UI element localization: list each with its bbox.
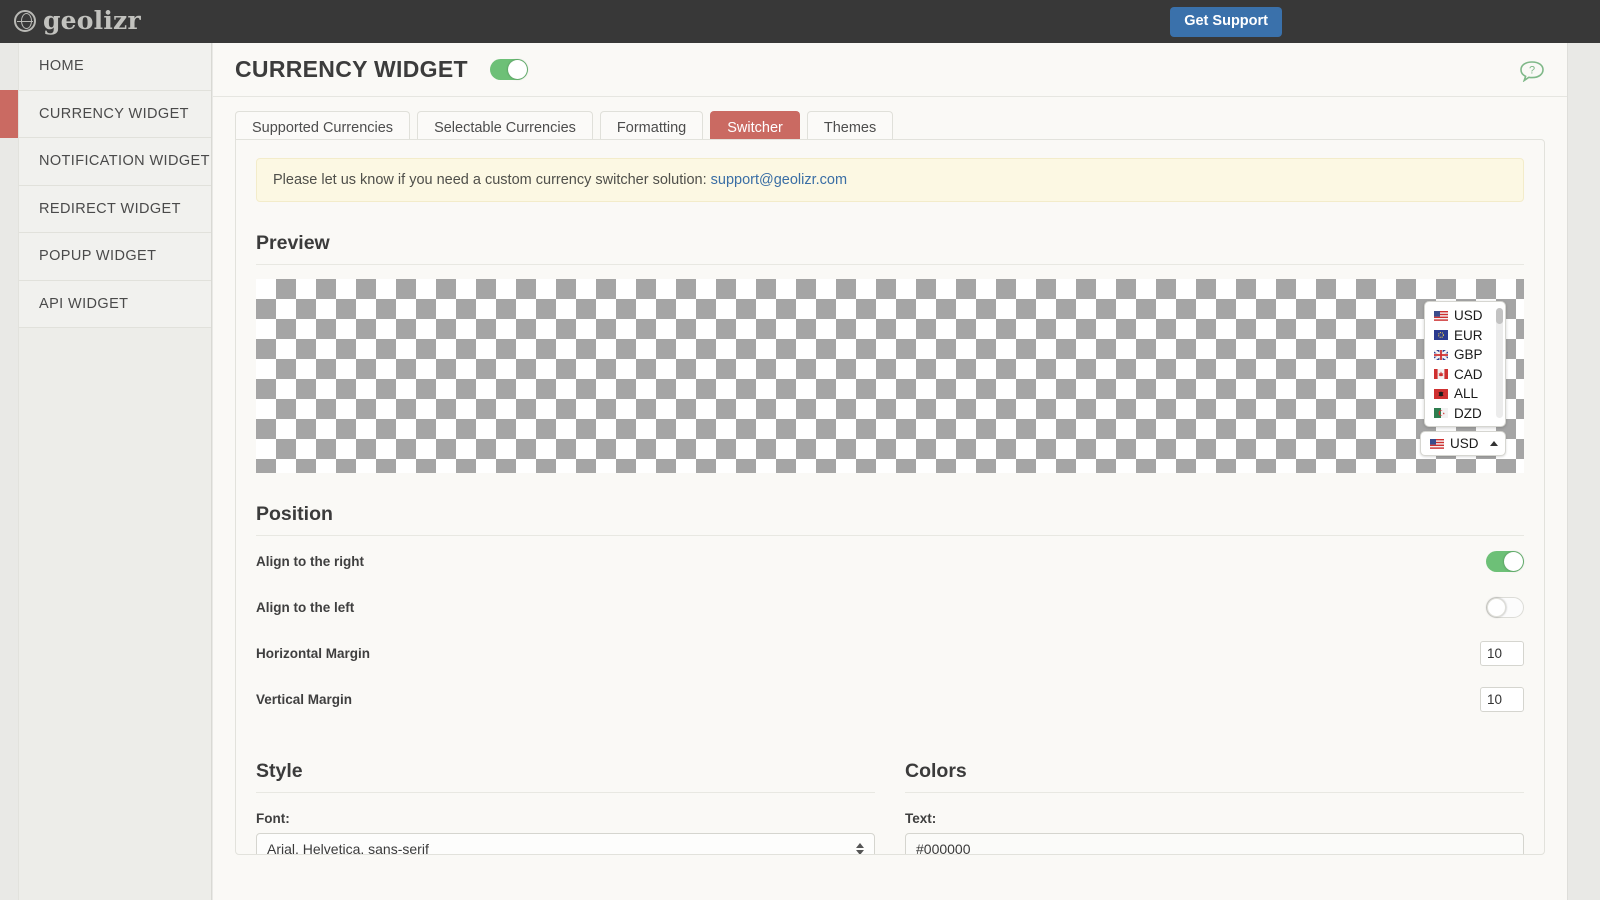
toggle-knob — [507, 60, 527, 79]
font-select[interactable]: Arial, Helvetica, sans-serif — [256, 833, 875, 855]
currency-option-all[interactable]: ALL — [1425, 384, 1505, 404]
get-support-button[interactable]: Get Support — [1170, 7, 1282, 37]
sidebar-item-popup-widget[interactable]: POPUP WIDGET — [19, 233, 211, 281]
question-bubble-icon[interactable]: ? — [1519, 60, 1545, 83]
preview-section-title: Preview — [256, 232, 1524, 265]
style-column: Style Font: Arial, Helvetica, sans-serif… — [256, 730, 875, 855]
dropdown-scrollbar[interactable] — [1496, 308, 1503, 418]
row-label: Align to the left — [256, 599, 355, 615]
currency-option-label: USD — [1454, 308, 1483, 323]
currency-option-label: DZD — [1454, 405, 1482, 421]
toggle-knob — [1504, 551, 1523, 571]
row-align-right: Align to the right — [256, 540, 1524, 582]
colors-column: Colors Text: Background: — [905, 730, 1524, 854]
support-email-link[interactable]: support@geolizr.com — [711, 172, 847, 188]
al-flag-icon — [1434, 388, 1448, 399]
sidebar-item-currency-widget[interactable]: CURRENCY WIDGET — [0, 89, 211, 138]
sidebar: HOME CURRENCY WIDGET NOTIFICATION WIDGET… — [0, 43, 212, 900]
switcher-settings-panel: Please let us know if you need a custom … — [235, 139, 1545, 855]
custom-solution-alert: Please let us know if you need a custom … — [256, 158, 1524, 202]
currency-switcher-selected[interactable]: USD — [1420, 431, 1506, 456]
font-select-value: Arial, Helvetica, sans-serif — [267, 840, 429, 855]
currency-dropdown-list[interactable]: USD EUR GBP CAD ALL DZD — [1424, 301, 1506, 427]
sidebar-item-label: NOTIFICATION WIDGET — [39, 153, 210, 170]
toggle-knob — [1487, 597, 1506, 617]
eu-flag-icon — [1434, 330, 1448, 341]
page-title: CURRENCY WIDGET — [235, 56, 468, 82]
svg-text:?: ? — [1529, 65, 1535, 77]
currency-option-gbp[interactable]: GBP — [1425, 345, 1505, 365]
dropdown-scrollbar-thumb[interactable] — [1496, 308, 1503, 324]
dz-flag-icon — [1434, 408, 1448, 419]
align-left-toggle[interactable] — [1486, 596, 1524, 618]
row-label: Align to the right — [256, 553, 364, 569]
sidebar-item-label: API WIDGET — [39, 295, 129, 312]
horizontal-margin-input[interactable] — [1480, 640, 1524, 666]
currency-option-label: CAD — [1454, 366, 1483, 382]
us-flag-icon — [1430, 438, 1444, 449]
widget-preview-canvas: USD EUR GBP CAD ALL DZD USD — [256, 279, 1524, 473]
style-colors-columns: Style Font: Arial, Helvetica, sans-serif… — [256, 730, 1524, 855]
row-label: Vertical Margin — [256, 691, 353, 707]
row-horizontal-margin: Horizontal Margin — [256, 632, 1524, 674]
currency-option-label: ALL — [1454, 386, 1479, 401]
page-header: CURRENCY WIDGET ? — [213, 43, 1567, 97]
ca-flag-icon — [1434, 369, 1448, 380]
sidebar-item-home[interactable]: HOME — [19, 43, 211, 91]
sidebar-item-label: REDIRECT WIDGET — [39, 200, 181, 217]
style-section-title: Style — [256, 760, 875, 793]
globe-icon — [14, 9, 36, 32]
widget-enable-toggle[interactable] — [489, 59, 528, 80]
row-label: Horizontal Margin — [256, 645, 370, 661]
logo-text: geolizr — [43, 6, 141, 35]
text-color-input[interactable] — [905, 833, 1524, 854]
currency-option-label: GBP — [1454, 347, 1483, 362]
gb-flag-icon — [1434, 349, 1448, 360]
sidebar-item-notification-widget[interactable]: NOTIFICATION WIDGET — [19, 138, 211, 186]
sidebar-item-api-widget[interactable]: API WIDGET — [19, 280, 211, 328]
app-logo[interactable]: geolizr — [14, 6, 141, 35]
sidebar-item-redirect-widget[interactable]: REDIRECT WIDGET — [19, 185, 211, 233]
currency-option-usd[interactable]: USD — [1425, 306, 1505, 326]
text-color-label: Text: — [905, 811, 937, 826]
selected-currency-label: USD — [1450, 436, 1479, 451]
tab-bar: Supported Currencies Selectable Currenci… — [213, 97, 1567, 147]
sidebar-item-label: HOME — [39, 58, 85, 75]
colors-section-title: Colors — [905, 760, 1524, 793]
row-vertical-margin: Vertical Margin — [256, 678, 1524, 720]
sidebar-empty-area — [19, 328, 211, 900]
sidebar-item-label: POPUP WIDGET — [39, 248, 157, 265]
currency-option-dzd[interactable]: DZD — [1425, 404, 1505, 424]
font-label: Font: — [256, 811, 290, 826]
position-section-title: Position — [256, 503, 1524, 536]
align-right-toggle[interactable] — [1486, 550, 1524, 572]
currency-option-label: EUR — [1454, 327, 1483, 343]
top-bar: geolizr Get Support — [0, 0, 1600, 43]
main-content: CURRENCY WIDGET ? Supported Currencies S… — [213, 43, 1568, 900]
alert-text: Please let us know if you need a custom … — [273, 172, 707, 188]
sidebar-item-label: CURRENCY WIDGET — [39, 105, 189, 122]
currency-option-cad[interactable]: CAD — [1425, 365, 1505, 385]
currency-option-eur[interactable]: EUR — [1425, 326, 1505, 346]
us-flag-icon — [1434, 310, 1448, 321]
chevron-updown-icon — [856, 842, 864, 854]
row-align-left: Align to the left — [256, 586, 1524, 628]
caret-up-icon — [1490, 441, 1498, 446]
vertical-margin-input[interactable] — [1480, 686, 1524, 712]
